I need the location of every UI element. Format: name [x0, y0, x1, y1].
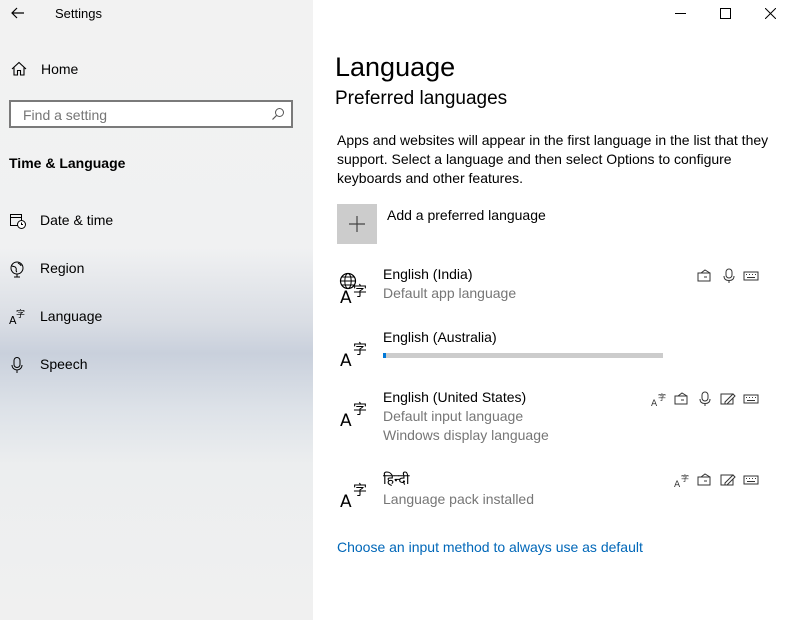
sidebar: Settings Home Time & Language Date & tim… — [0, 0, 313, 620]
language-status-secondary: Windows display language — [383, 427, 549, 443]
svg-text:字: 字 — [16, 308, 25, 320]
back-button[interactable] — [8, 3, 28, 23]
add-language-label: Add a preferred language — [387, 207, 546, 223]
language-status: Language pack installed — [383, 491, 535, 507]
language-item-english-australia[interactable]: A 字 English (Australia) — [335, 329, 775, 371]
main-content: Language Preferred languages Apps and we… — [313, 0, 787, 620]
keyboard-icon — [743, 271, 759, 281]
search-input[interactable] — [21, 105, 265, 125]
app-title: Settings — [55, 6, 102, 21]
language-pack-icon: A 字 — [340, 342, 367, 367]
sidebar-item-region[interactable]: Region — [0, 253, 313, 285]
nav-home[interactable]: Home — [0, 55, 313, 85]
svg-text:A: A — [340, 351, 352, 367]
svg-text:A: A — [651, 399, 658, 407]
svg-text:A: A — [674, 480, 681, 488]
svg-text:字: 字 — [353, 402, 367, 418]
sidebar-item-label: Date & time — [40, 212, 114, 228]
sidebar-item-language[interactable]: A字 Language — [0, 301, 313, 333]
svg-text:字: 字 — [353, 284, 367, 300]
sidebar-item-label: Language — [40, 308, 103, 324]
svg-text:A: A — [340, 411, 352, 427]
language-item-english-india[interactable]: A 字 English (India) Default app language — [335, 266, 775, 308]
svg-text:字: 字 — [353, 483, 367, 499]
download-progress-fill — [383, 353, 386, 358]
language-globe-icon: A 字 — [339, 272, 367, 304]
download-progress-bar — [383, 353, 663, 358]
input-method-default-link[interactable]: Choose an input method to always use as … — [337, 539, 643, 555]
sidebar-item-speech[interactable]: Speech — [0, 349, 313, 381]
text-to-speech-icon — [697, 269, 711, 282]
text-to-speech-icon — [697, 473, 711, 486]
add-language-button[interactable]: Add a preferred language — [337, 204, 637, 244]
nav-home-label: Home — [41, 61, 79, 77]
svg-text:字: 字 — [658, 392, 666, 402]
language-name: English (India) — [383, 266, 473, 282]
svg-text:字: 字 — [681, 473, 689, 483]
svg-text:字: 字 — [353, 342, 367, 358]
svg-text:A: A — [340, 492, 352, 508]
language-status: Default app language — [383, 285, 517, 301]
search-box[interactable] — [9, 100, 293, 128]
language-name: English (Australia) — [383, 329, 497, 345]
speech-recognition-icon — [699, 391, 711, 406]
page-title: Language — [335, 52, 456, 82]
language-item-hindi[interactable]: A 字 हिन्दी Language pack installed A字 — [335, 470, 775, 512]
microphone-icon — [11, 357, 23, 373]
keyboard-icon — [743, 394, 759, 404]
language-status: Default input language — [383, 408, 524, 424]
speech-recognition-icon — [723, 268, 735, 283]
sidebar-item-label: Region — [40, 260, 85, 276]
search-icon[interactable] — [271, 107, 285, 121]
plus-icon — [349, 216, 365, 232]
display-language-icon: A字 — [651, 392, 666, 407]
text-to-speech-icon — [674, 392, 688, 405]
add-tile[interactable] — [337, 204, 377, 244]
section-heading: Preferred languages — [335, 88, 508, 109]
display-language-icon: A字 — [674, 473, 689, 488]
language-pack-icon: A 字 — [340, 402, 367, 427]
language-item-english-us[interactable]: A 字 English (United States) Default inpu… — [335, 389, 775, 449]
handwriting-icon — [720, 393, 736, 405]
globe-icon — [10, 261, 24, 278]
home-icon — [11, 61, 27, 76]
sidebar-item-label: Speech — [40, 356, 88, 372]
language-name: English (United States) — [383, 389, 527, 405]
language-icon: A字 — [9, 308, 25, 326]
keyboard-icon — [743, 475, 759, 485]
language-pack-icon: A 字 — [340, 483, 367, 508]
svg-text:A: A — [340, 288, 352, 304]
date-time-icon — [10, 214, 26, 229]
handwriting-icon — [720, 474, 736, 486]
sidebar-item-date-time[interactable]: Date & time — [0, 205, 313, 237]
description-text: Apps and websites will appear in the fir… — [337, 132, 769, 186]
section-title: Time & Language — [9, 155, 126, 171]
back-arrow-icon — [11, 7, 24, 19]
language-name: हिन्दी — [383, 471, 410, 487]
